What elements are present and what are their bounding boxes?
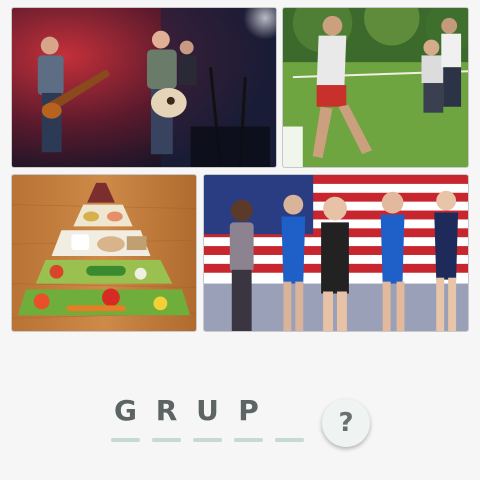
gymnastics-team-photo[interactable] (203, 174, 469, 332)
answer-slot-3[interactable]: U (192, 394, 223, 442)
slot-underline (152, 438, 181, 442)
answer-slot-2[interactable]: R (151, 394, 182, 442)
concert-band-image (12, 8, 276, 167)
concert-band-photo[interactable] (11, 7, 277, 168)
answer-letter: U (196, 394, 219, 427)
answer-letter: P (238, 394, 259, 427)
gymnastics-team-image (204, 175, 468, 331)
answer-word: G R U P (110, 394, 305, 442)
answer-slot-1[interactable]: G (110, 394, 141, 442)
answer-letter: G (114, 394, 137, 427)
tug-of-war-image (283, 8, 468, 167)
hint-button[interactable]: ? (318, 399, 370, 447)
slot-underline (193, 438, 222, 442)
tug-of-war-photo[interactable] (282, 7, 469, 168)
slot-underline (234, 438, 263, 442)
answer-letter: R (155, 394, 178, 427)
slot-underline (111, 438, 140, 442)
food-pyramid-photo[interactable] (11, 174, 197, 332)
food-pyramid-image (12, 175, 196, 331)
answer-slot-5[interactable] (274, 394, 305, 442)
answer-slot-4[interactable]: P (233, 394, 264, 442)
slot-underline (275, 438, 304, 442)
question-mark-icon: ? (322, 399, 370, 447)
